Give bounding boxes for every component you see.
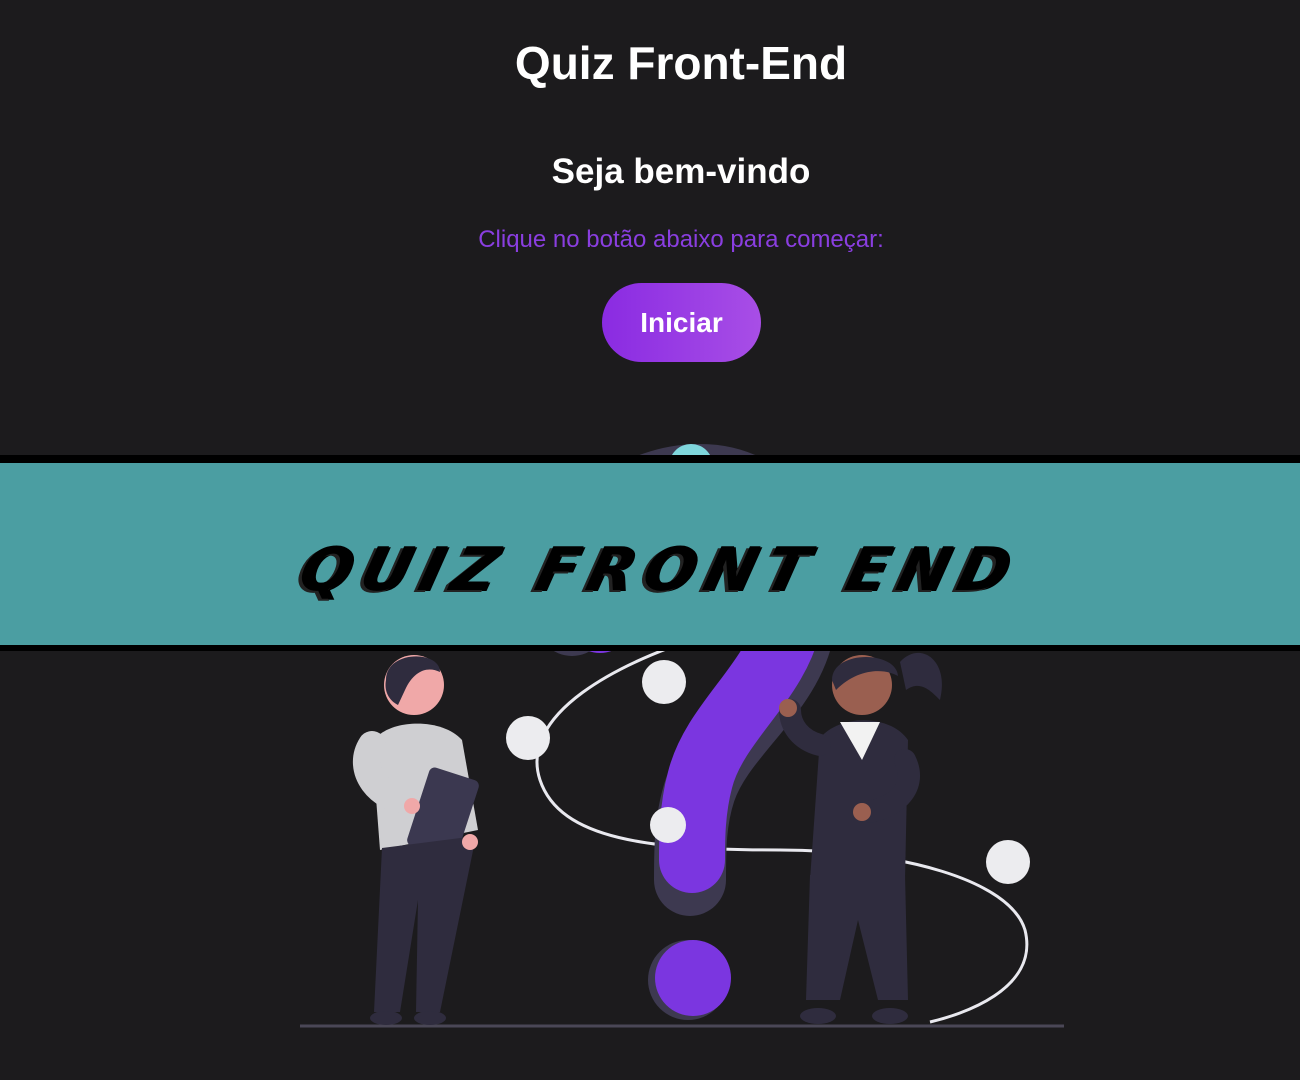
banner-text: QUIZ FRONT END (292, 535, 1028, 605)
circle-node (642, 660, 686, 704)
circle-node (506, 716, 550, 760)
woman-figure (779, 652, 942, 1024)
circle-node (650, 807, 686, 843)
question-mark-dot (655, 940, 731, 1016)
circle-node (986, 840, 1030, 884)
title-banner: QUIZ FRONT END (0, 455, 1300, 651)
man-figure (352, 655, 479, 1025)
banner-background: QUIZ FRONT END (0, 463, 1300, 645)
